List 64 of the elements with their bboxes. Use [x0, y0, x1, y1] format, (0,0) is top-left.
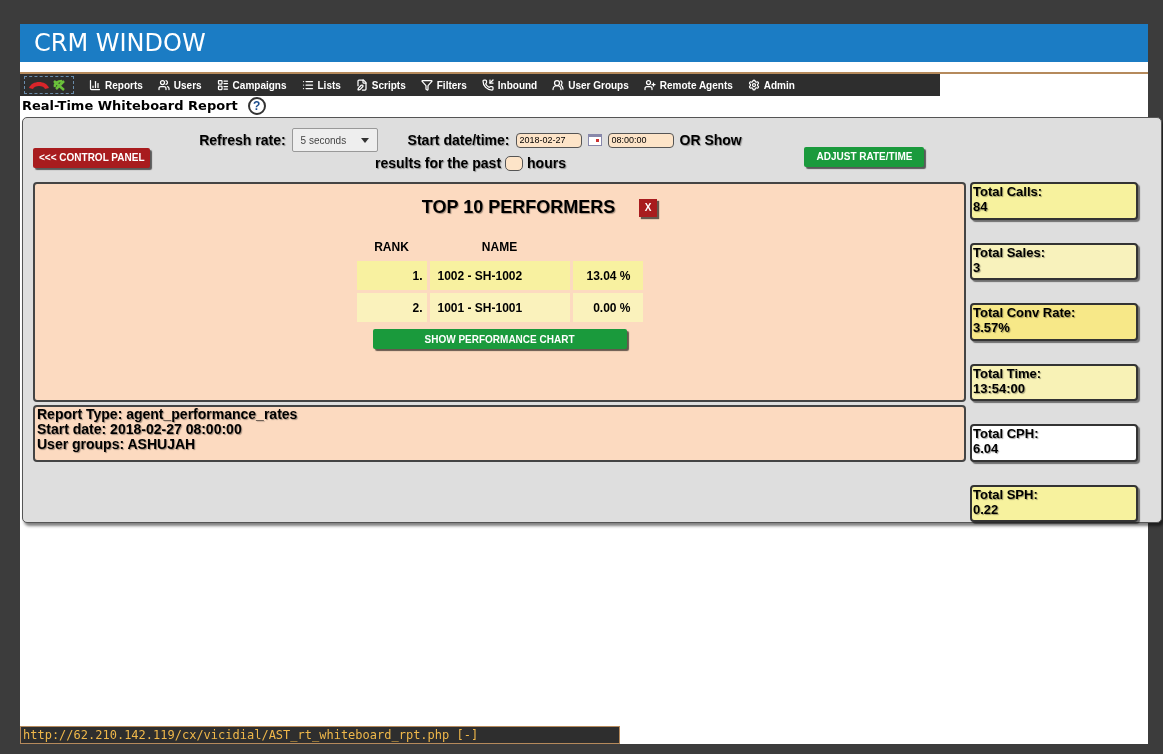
stat-label: Total Calls: — [973, 184, 1044, 199]
nav-item[interactable]: Filters — [420, 77, 467, 93]
report-info-line: Report Type: agent_performance_rates — [37, 407, 299, 422]
status-url: http://62.210.142.119/cx/vicidial/AST_rt_whiteboard_rpt.php [-] — [23, 727, 479, 744]
rank-cell: 1. — [356, 261, 427, 290]
pencil-note-icon — [355, 79, 368, 91]
nav-item[interactable]: Admin — [747, 77, 795, 93]
logo-icon[interactable] — [24, 76, 74, 94]
stat-value: 0.22 — [973, 501, 1000, 517]
stat-label: Total Time: — [973, 365, 1043, 381]
start-date-field[interactable]: 2018-02-27 — [515, 132, 582, 148]
form-icon — [216, 79, 229, 91]
nav-item[interactable]: Campaigns — [216, 77, 287, 93]
window-title: CRM WINDOW — [34, 28, 206, 59]
hours-field[interactable] — [505, 156, 524, 171]
report-info-line: User groups: ASHUJAH — [37, 437, 197, 452]
nav-item[interactable]: Inbound — [481, 77, 538, 93]
rate-cell: 0.00 % — [572, 293, 643, 322]
name-cell: 1002 - SH-1002 — [429, 261, 570, 290]
stat-value: 6.04 — [973, 441, 1000, 456]
stat-label: Total CPH: — [973, 426, 1040, 441]
person-plus-icon — [643, 79, 656, 91]
group-icon — [552, 79, 565, 91]
nav-item[interactable]: Lists — [301, 77, 341, 93]
hours-label: hours — [527, 154, 566, 173]
stat-value: 3 — [973, 259, 982, 275]
stat-label: Total SPH: — [973, 486, 1039, 502]
help-button[interactable]: ? — [247, 97, 266, 115]
stat-value: 3.57% — [973, 320, 1011, 335]
nav-item[interactable]: Reports — [89, 77, 143, 93]
report-info-line: Start date: 2018-02-27 08:00:00 — [37, 422, 242, 437]
close-button[interactable]: X — [639, 198, 658, 217]
name-cell: 1001 - SH-1001 — [429, 293, 570, 322]
nav-item[interactable]: Scripts — [355, 77, 406, 93]
nav-item[interactable]: Users — [157, 77, 202, 93]
phone-icon — [481, 79, 494, 91]
stat-value: 13:54:00 — [973, 380, 1027, 396]
settings-icon — [747, 79, 760, 91]
filter-icon — [420, 79, 433, 91]
users-icon — [157, 79, 170, 91]
adjust-rate-button[interactable]: ADJUST RATE/TIME — [804, 146, 925, 167]
rate-cell: 13.04 % — [572, 261, 643, 290]
rank-cell: 2. — [356, 293, 427, 322]
caret-icon — [360, 137, 369, 143]
or-show-label: OR Show — [679, 130, 742, 150]
bar-chart-icon — [89, 79, 101, 91]
performance-chart-button[interactable]: SHOW PERFORMANCE CHART — [372, 329, 627, 349]
calendar-icon[interactable] — [587, 134, 602, 146]
nav-item[interactable]: User Groups — [552, 77, 629, 93]
stat-label: Total Sales: — [973, 244, 1046, 260]
refresh-rate-dropdown[interactable]: 5 seconds — [291, 128, 378, 152]
nav-item[interactable]: Remote Agents — [643, 77, 733, 93]
column-header: NAME — [480, 239, 519, 256]
control-panel-button[interactable]: <<< CONTROL PANEL — [33, 147, 151, 168]
column-header: RANK — [373, 239, 410, 256]
performers-title: TOP 10 PERFORMERS — [421, 196, 616, 219]
stat-label: Total Conv Rate: — [973, 305, 1077, 320]
page-title: Real-Time Whiteboard Report — [22, 97, 238, 116]
list-icon — [301, 79, 314, 91]
past-results-label: results for the past — [375, 154, 502, 173]
stat-value: 84 — [973, 199, 989, 214]
start-time-field[interactable]: 08:00:00 — [607, 132, 674, 148]
start-date-label: Start date/time: — [407, 130, 510, 150]
refresh-rate-label: Refresh rate: — [199, 130, 286, 150]
